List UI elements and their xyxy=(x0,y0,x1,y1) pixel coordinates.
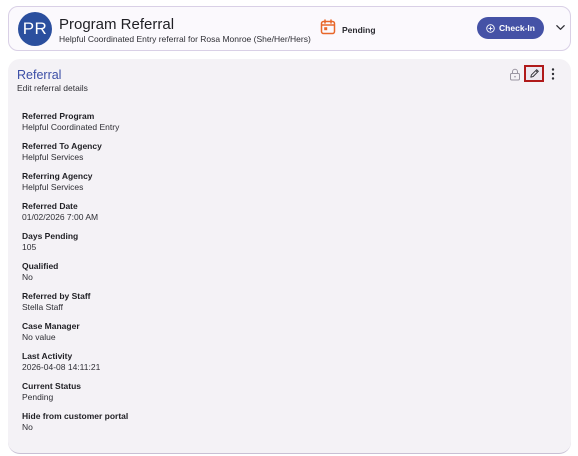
field-referred-to-agency: Referred To Agency Helpful Services xyxy=(22,141,128,171)
calendar-icon xyxy=(320,19,336,35)
edit-button[interactable] xyxy=(524,65,544,82)
field-referring-agency: Referring Agency Helpful Services xyxy=(22,171,128,201)
field-value: 01/02/2026 7:00 AM xyxy=(22,212,99,223)
field-value: No xyxy=(22,272,33,283)
field-label: Qualified xyxy=(22,261,59,272)
referral-header: PR Program Referral Helpful Coordinated … xyxy=(8,6,571,51)
field-value: Pending xyxy=(22,392,54,403)
field-label: Referred by Staff xyxy=(22,291,91,302)
field-label: Days Pending xyxy=(22,231,79,242)
field-label: Last Activity xyxy=(22,351,73,362)
field-value: Helpful Coordinated Entry xyxy=(22,122,120,132)
field-qualified: Qualified No xyxy=(22,261,128,291)
check-in-label: Check-In xyxy=(499,23,535,33)
field-current-status: Current Status Pending xyxy=(22,381,128,411)
more-vertical-icon[interactable] xyxy=(549,67,557,81)
field-value: 2026-04-08 14:11:21 xyxy=(22,362,101,373)
field-label: Referred To Agency xyxy=(22,141,102,152)
card-title: Referral xyxy=(17,68,62,82)
field-value: No value xyxy=(22,332,56,343)
field-value: Helpful Services xyxy=(22,152,84,163)
field-value: Helpful Services xyxy=(22,182,84,193)
field-label: Referred Date xyxy=(22,201,78,212)
avatar: PR xyxy=(18,12,52,46)
field-value: No xyxy=(22,422,33,433)
page-title: Program Referral xyxy=(59,16,175,33)
referral-card: Referral Edit referral details Referred … xyxy=(8,59,571,454)
page-subtitle: Helpful Coordinated Entry referral for R… xyxy=(59,34,311,44)
referral-details: Referred Program Helpful Coordinated Ent… xyxy=(22,111,128,442)
chevron-down-icon[interactable] xyxy=(555,22,566,33)
field-label: Hide from customer portal xyxy=(22,411,129,422)
lock-icon[interactable] xyxy=(509,68,521,81)
field-label: Referred Program xyxy=(22,111,95,121)
status-badge: Pending xyxy=(342,25,376,35)
field-days-pending: Days Pending 105 xyxy=(22,231,128,261)
check-in-button[interactable]: Check-In xyxy=(477,17,544,39)
field-label: Current Status xyxy=(22,381,82,392)
field-referred-program: Referred Program Helpful Coordinated Ent… xyxy=(22,111,128,141)
field-referred-date: Referred Date 01/02/2026 7:00 AM xyxy=(22,201,128,231)
plus-circle-icon xyxy=(486,23,495,33)
field-label: Referring Agency xyxy=(22,171,93,182)
field-referred-by-staff: Referred by Staff Stella Staff xyxy=(22,291,128,321)
field-value: 105 xyxy=(22,242,37,253)
edit-icon xyxy=(529,69,539,78)
field-last-activity: Last Activity 2026-04-08 14:11:21 xyxy=(22,351,128,381)
field-case-manager: Case Manager No value xyxy=(22,321,128,351)
field-value: Stella Staff xyxy=(22,302,63,313)
field-hide-from-portal: Hide from customer portal No xyxy=(22,411,128,441)
card-subtitle: Edit referral details xyxy=(17,83,88,93)
field-label: Case Manager xyxy=(22,321,80,332)
